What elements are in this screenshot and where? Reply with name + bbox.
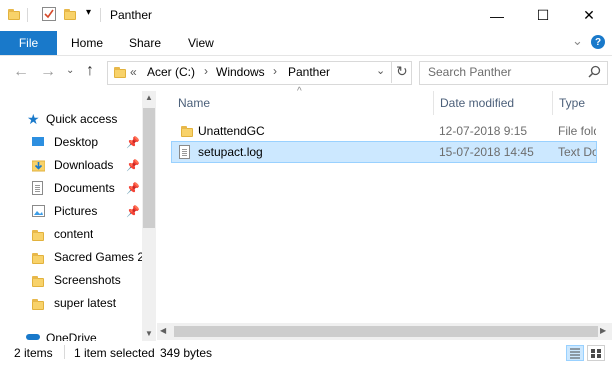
file-date-modified: 12-07-2018 9:15 [439,124,528,138]
sidebar-item-onedrive[interactable]: OneDrive [0,328,142,341]
window-title: Panther [110,8,153,22]
pin-icon[interactable]: 📌 [126,205,140,218]
sidebar-item-downloads[interactable]: Downloads 📌 [0,154,142,176]
selection-count: 1 item selected [74,346,155,360]
pictures-icon [32,204,45,221]
navigation-pane: ★ Quick access Desktop 📌 Downloads 📌 Doc… [0,91,142,341]
sidebar-item-label: OneDrive [46,331,97,341]
maximize-button[interactable]: ☐ [520,0,566,31]
column-header-date-modified[interactable]: Date modified [440,91,514,115]
selection-size: 349 bytes [160,346,213,360]
star-icon: ★ [27,111,40,127]
divider [64,345,65,359]
text-document-icon [179,145,190,162]
sidebar-item-label: Pictures [54,204,98,218]
folder-icon [32,253,44,267]
onedrive-icon [26,334,40,340]
back-button[interactable]: ← [13,63,29,81]
sidebar-item-sacred-games[interactable]: Sacred Games 20 [0,246,142,268]
expand-ribbon-icon[interactable]: ⌄ [572,33,583,49]
documents-icon [32,181,43,198]
scroll-up-icon[interactable]: ▲ [145,93,153,102]
file-row-setupact-log[interactable]: setupact.log 15-07-2018 14:45 Text Docum… [171,141,597,163]
downloads-icon [31,158,46,175]
scrollbar-thumb[interactable] [143,108,155,228]
tab-file[interactable]: File [0,31,57,55]
divider [27,8,28,22]
sidebar-item-label: content [54,227,94,241]
folder-icon [32,230,44,244]
sidebar-item-label: Screenshots [54,273,121,287]
column-header-name[interactable]: Name [178,91,210,115]
forward-button[interactable]: → [40,63,56,81]
file-row-unattendgc[interactable]: UnattendGC 12-07-2018 9:15 File folder [171,120,597,142]
sort-indicator-icon: ^ [297,86,302,97]
pin-icon[interactable]: 📌 [126,182,140,195]
folder-icon [32,276,44,290]
scroll-down-icon[interactable]: ▼ [145,329,153,338]
tab-share[interactable]: Share [129,31,161,55]
properties-icon[interactable] [42,7,56,21]
sidebar-item-pictures[interactable]: Pictures 📌 [0,200,142,222]
item-count: 2 items [14,346,53,360]
pin-icon[interactable]: 📌 [126,159,140,172]
sidebar-item-label: Downloads [54,158,114,172]
sidebar-item-quick-access[interactable]: ★ Quick access [0,108,142,130]
tab-view[interactable]: View [188,31,214,55]
sidebar-item-label: Sacred Games 20 [54,250,142,264]
breadcrumb-overflow[interactable]: « [130,65,137,79]
search-placeholder: Search Panther [428,65,512,79]
column-header-type[interactable]: Type [559,91,585,115]
new-folder-icon[interactable] [64,9,76,23]
sidebar-item-content[interactable]: content [0,223,142,245]
customize-toolbar-icon[interactable]: ▾ [86,7,91,18]
sidebar-item-desktop[interactable]: Desktop 📌 [0,131,142,153]
pin-icon[interactable]: 📌 [126,136,140,149]
breadcrumb-windows[interactable]: Windows [216,65,265,79]
file-type: Text Document [558,145,596,159]
search-icon[interactable] [588,65,601,81]
details-view-button[interactable] [566,345,584,361]
file-name: UnattendGC [198,124,265,138]
folder-icon [181,126,193,140]
folder-icon [8,9,20,23]
sidebar-item-label: Quick access [46,112,118,126]
refresh-button[interactable]: ↻ [396,63,408,80]
file-type: File folder [558,124,596,138]
sidebar-item-label: Documents [54,181,115,195]
sidebar-item-super-latest[interactable]: super latest [0,292,142,314]
column-divider[interactable] [433,91,434,115]
scroll-right-icon[interactable]: ▶ [600,326,606,335]
recent-locations-button[interactable]: ⌄ [66,65,74,76]
breadcrumb-acer[interactable]: Acer (C:) [147,65,195,79]
up-button[interactable]: ↑ [86,62,94,80]
minimize-button[interactable]: — [474,0,520,31]
file-date-modified: 15-07-2018 14:45 [439,145,534,159]
large-icons-view-button[interactable] [587,345,605,361]
breadcrumb-separator[interactable]: › [204,64,208,78]
help-icon[interactable]: ? [591,35,605,49]
folder-icon [32,299,44,313]
file-name: setupact.log [198,145,263,159]
divider [391,61,392,83]
sidebar-item-label: Desktop [54,135,99,149]
scroll-left-icon[interactable]: ◀ [160,326,166,335]
column-divider[interactable] [552,91,553,115]
breadcrumb-separator[interactable]: › [273,64,277,78]
scrollbar-thumb[interactable] [174,326,598,337]
close-button[interactable]: ✕ [566,0,612,31]
sidebar-item-label: super latest [54,296,117,310]
address-dropdown-button[interactable]: ⌄ [376,64,385,77]
breadcrumb-panther[interactable]: Panther [288,65,330,79]
folder-icon [114,67,126,81]
divider [100,8,101,22]
tab-home[interactable]: Home [71,31,103,55]
desktop-icon [32,137,44,146]
sidebar-item-screenshots[interactable]: Screenshots [0,269,142,291]
sidebar-item-documents[interactable]: Documents 📌 [0,177,142,199]
